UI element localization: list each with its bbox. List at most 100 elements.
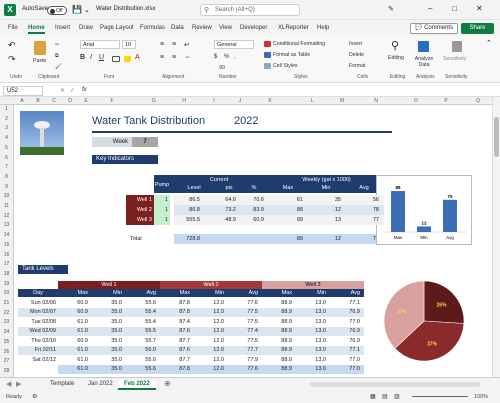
page-break-view-icon[interactable]: ▥ (394, 393, 400, 400)
worksheet[interactable]: Water Tank Distribution 2022 Week 7 Key … (14, 105, 492, 377)
menu-view[interactable]: View (219, 25, 232, 31)
row-header[interactable]: 9 (0, 184, 13, 190)
normal-view-icon[interactable]: ▦ (370, 393, 376, 400)
tab-template[interactable]: Template (44, 380, 80, 390)
formula-input[interactable] (95, 86, 485, 95)
menu-page-layout[interactable]: Page Layout (100, 25, 134, 31)
edit-icon[interactable]: ✎ (388, 5, 394, 13)
conditional-formatting-button[interactable]: Conditional Formatting (273, 41, 325, 47)
menu-file[interactable]: File (8, 25, 18, 31)
row-header[interactable]: 17 (0, 261, 13, 267)
menu-xlreporter[interactable]: XLReporter (278, 25, 309, 31)
redo-icon[interactable]: ↷ (8, 54, 16, 65)
menu-developer[interactable]: Developer (240, 25, 267, 31)
column-header[interactable]: K (264, 98, 276, 104)
decimal-icon[interactable]: .00 (218, 65, 225, 71)
merge-center-icon[interactable]: ⇔ (184, 54, 191, 61)
align-top-icon[interactable]: ≡ (160, 41, 164, 48)
format-as-table-button[interactable]: Format as Table (273, 52, 310, 58)
cancel-entry-icon[interactable]: ✕ (60, 87, 65, 94)
comments-button[interactable]: 💬 Comments (410, 23, 458, 34)
menu-data[interactable]: Data (171, 25, 184, 31)
column-header[interactable]: J (234, 98, 246, 104)
scroll-thumb[interactable] (494, 117, 499, 157)
column-header[interactable]: M (336, 98, 348, 104)
font-color-icon[interactable]: A (135, 54, 140, 61)
customize-qat-icon[interactable]: ⌄ (84, 6, 90, 14)
column-header[interactable]: G (148, 98, 160, 104)
autosave-toggle[interactable]: Off (47, 6, 67, 15)
row-header[interactable]: 25 (0, 339, 13, 345)
column-header[interactable]: A (16, 98, 28, 104)
paste-button[interactable]: Paste (33, 58, 46, 64)
row-header[interactable]: 18 (0, 271, 13, 277)
pie-chart[interactable]: 26% 37% 37% (376, 275, 472, 367)
row-header[interactable]: 12 (0, 213, 13, 219)
bar-max[interactable] (391, 191, 405, 232)
row-header[interactable]: 1 (0, 106, 13, 112)
search-box[interactable]: ⚲ Search (Alt+Q) (200, 4, 300, 16)
menu-help[interactable]: Help (317, 25, 329, 31)
tab-jan-2022[interactable]: Jan 2022 (82, 380, 119, 390)
share-button[interactable]: Share (461, 23, 494, 34)
sensitivity-button[interactable]: Sensitivity (443, 56, 466, 62)
row-header[interactable]: 26 (0, 349, 13, 355)
wrap-text-icon[interactable]: ↵ (184, 41, 190, 49)
row-header[interactable]: 7 (0, 164, 13, 170)
comma-icon[interactable]: , (234, 54, 236, 60)
column-header[interactable]: F (106, 98, 118, 104)
row-header[interactable]: 2 (0, 116, 13, 122)
insert-button[interactable]: Insert (349, 41, 362, 47)
close-icon[interactable]: ✕ (476, 4, 483, 13)
row-header[interactable]: 6 (0, 155, 13, 161)
zoom-slider[interactable] (412, 396, 468, 397)
menu-draw[interactable]: Draw (79, 25, 93, 31)
column-header[interactable]: N (370, 98, 382, 104)
delete-button[interactable]: Delete (349, 52, 364, 58)
ribbon-options-icon[interactable]: ⌃ (486, 39, 492, 47)
bar-avg[interactable] (443, 199, 457, 232)
vertical-scrollbar[interactable] (492, 97, 500, 377)
save-icon[interactable]: 💾 (72, 5, 82, 14)
paste-icon[interactable] (34, 41, 46, 55)
menu-home[interactable]: Home (28, 25, 45, 34)
fill-color-icon[interactable] (124, 56, 131, 62)
row-header[interactable]: 23 (0, 319, 13, 325)
column-header[interactable]: Q (472, 98, 484, 104)
row-header[interactable]: 28 (0, 368, 13, 374)
row-header[interactable]: 20 (0, 290, 13, 296)
bar-chart[interactable]: 89 Max 12 Min 70 Avg (376, 175, 472, 245)
bar-min[interactable] (417, 226, 431, 232)
cell-styles-button[interactable]: Cell Styles (273, 63, 298, 69)
number-format-select[interactable]: General (214, 40, 254, 49)
column-header[interactable]: E (80, 98, 92, 104)
column-header[interactable]: L (306, 98, 318, 104)
menu-formulas[interactable]: Formulas (140, 25, 165, 31)
row-header[interactable]: 8 (0, 174, 13, 180)
menu-review[interactable]: Review (192, 25, 212, 31)
horizontal-scrollbar[interactable] (310, 382, 480, 387)
menu-insert[interactable]: Insert (55, 25, 70, 31)
insert-function-icon[interactable]: fx (82, 87, 87, 93)
column-header[interactable]: H (178, 98, 190, 104)
row-header[interactable]: 13 (0, 222, 13, 228)
percent-icon[interactable]: % (224, 54, 229, 60)
row-header[interactable]: 15 (0, 242, 13, 248)
week-value[interactable]: 7 (132, 137, 158, 147)
column-header[interactable]: D (64, 98, 76, 104)
add-sheet-icon[interactable]: ⊕ (164, 379, 171, 388)
next-sheet-icon[interactable]: ▶ (16, 380, 21, 388)
column-header[interactable]: O (410, 98, 422, 104)
column-header[interactable]: P (440, 98, 452, 104)
row-header[interactable]: 27 (0, 358, 13, 364)
format-button[interactable]: Format (349, 63, 365, 69)
prev-sheet-icon[interactable]: ◀ (6, 380, 11, 388)
bold-icon[interactable]: B (80, 54, 85, 61)
row-header[interactable]: 11 (0, 203, 13, 209)
minimize-icon[interactable]: – (428, 4, 432, 13)
italic-icon[interactable]: I (90, 54, 92, 61)
font-size-select[interactable]: 10 (122, 40, 136, 49)
tab-feb-2022[interactable]: Feb 2022 (118, 380, 156, 390)
align-middle-icon[interactable]: ≡ (172, 41, 176, 48)
currency-icon[interactable]: $ (214, 54, 217, 60)
